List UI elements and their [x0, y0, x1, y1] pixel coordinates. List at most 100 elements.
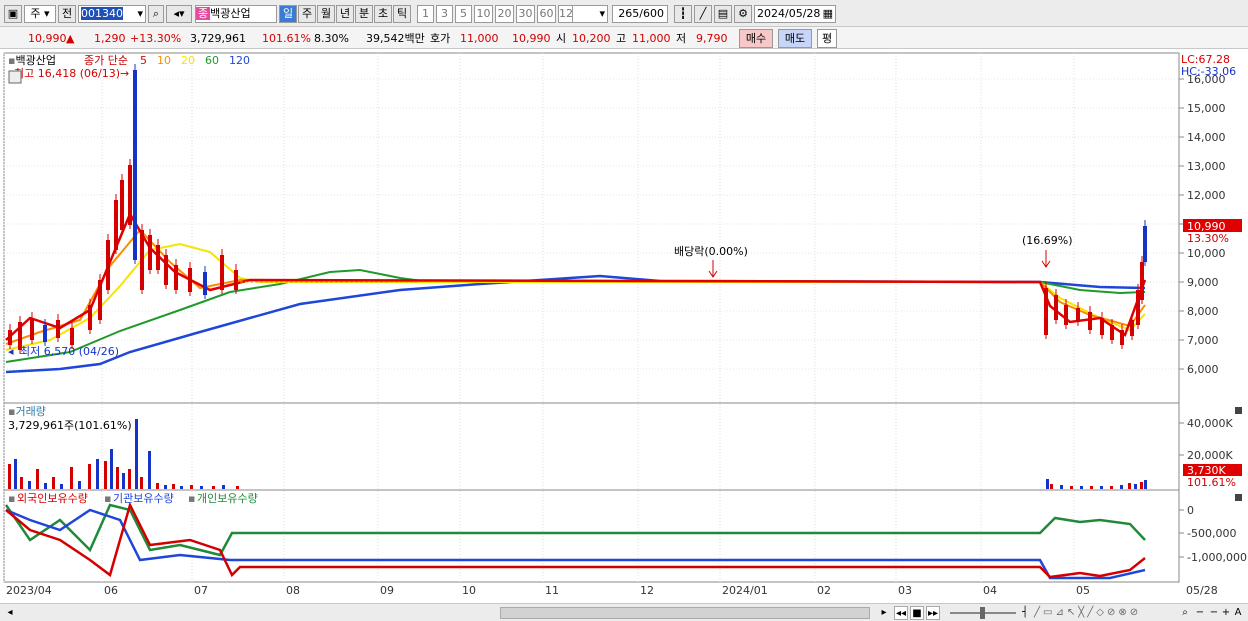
volume-bar — [88, 464, 91, 489]
ask-price: 11,000 — [460, 32, 499, 45]
save-icon[interactable]: ▤ — [714, 5, 732, 23]
x-tick-label: 03 — [898, 584, 912, 597]
date-input[interactable]: 2024/05/28 ▦ — [754, 5, 836, 23]
zoom-out-icon[interactable]: − — [1194, 606, 1206, 620]
holding-legend-marker: ▪ — [104, 492, 111, 505]
volume-bar — [135, 419, 138, 489]
fast-forward-icon[interactable]: ▸▸ — [926, 606, 940, 620]
period-tab-3[interactable]: 년 — [336, 5, 354, 23]
interval-tab-30[interactable]: 30 — [516, 5, 535, 23]
stock-code-input[interactable]: 001340 ▾ — [78, 5, 146, 23]
volume-bar — [222, 485, 225, 489]
drawing-tools-icon[interactable]: ╱▭⊿↖╳╱◇⊘⊗⊘ — [1034, 606, 1174, 620]
candle-body — [106, 240, 110, 290]
period-tab-2[interactable]: 월 — [317, 5, 335, 23]
holding-tick-label: -500,000 — [1187, 527, 1236, 540]
zoom-icon[interactable]: ⌕ — [1178, 606, 1192, 620]
candle-body — [43, 325, 47, 342]
volume-bar — [28, 481, 31, 489]
slider-end-icon[interactable]: ┤ — [1018, 606, 1032, 620]
font-size-icon[interactable]: A — [1232, 606, 1244, 620]
calendar-icon[interactable] — [8, 70, 22, 84]
speaker-icon[interactable]: ◂▾ — [166, 5, 192, 23]
volume-bar — [190, 485, 193, 489]
interval-tab-1[interactable]: 1 — [417, 5, 434, 23]
period-tab-4[interactable]: 분 — [355, 5, 373, 23]
interval-tab-60[interactable]: 60 — [537, 5, 556, 23]
stock-type-badge: 종 — [196, 7, 211, 20]
candle-body — [8, 330, 12, 345]
chevron-down-icon[interactable]: ▾ — [137, 6, 143, 22]
volume-bar — [140, 477, 143, 489]
rewind-icon[interactable]: ◂◂ — [894, 606, 908, 620]
x-tick-label: 2023/04 — [6, 584, 52, 597]
candle-body — [174, 265, 178, 290]
low-label: 저 — [676, 32, 687, 45]
sell-button[interactable]: 매도 — [778, 29, 812, 48]
interval-tab-20[interactable]: 20 — [495, 5, 514, 23]
volume-bar — [164, 485, 167, 489]
ma-legend-120: 120 — [229, 54, 250, 67]
candle-body — [140, 230, 144, 290]
stock-name: 백광산업 — [210, 7, 251, 20]
right-arrow-icon: → — [120, 67, 129, 80]
calendar-icon[interactable]: ▦ — [823, 6, 833, 22]
bottom-scrollbar[interactable]: ◂ ▸ ◂◂ ■ ▸▸ ┤ ╱▭⊿↖╳╱◇⊘⊗⊘ ⌕ − − + A — [0, 603, 1248, 621]
period-tab-1[interactable]: 주 — [298, 5, 316, 23]
volume-bar — [1110, 486, 1113, 489]
price-tick-label: 14,000 — [1187, 131, 1226, 144]
stock-name-field[interactable]: 종 백광산업 — [195, 5, 277, 23]
candle-body — [164, 255, 168, 285]
stock-chart[interactable]: 16,00015,00014,00013,00012,00011,00010,0… — [0, 52, 1248, 604]
ma-legend-5: 5 — [140, 54, 147, 67]
volume-bar — [1128, 483, 1131, 489]
legend-stock-name: ▪백광산업 — [8, 54, 56, 67]
volume-panel-close-icon[interactable] — [1235, 407, 1242, 414]
line-tool-icon[interactable]: ╱ — [694, 5, 712, 23]
zoom-slider-handle[interactable] — [980, 607, 985, 619]
gear-icon[interactable]: ⚙ — [734, 5, 752, 23]
holding-panel-close-icon[interactable] — [1235, 494, 1242, 501]
candle-body — [1140, 262, 1144, 300]
period-tab-0[interactable]: 일 — [279, 5, 297, 23]
candle-body — [220, 255, 224, 290]
ask-label: 호가 — [430, 32, 451, 45]
flat-button[interactable]: 평 — [817, 29, 837, 48]
volume-ratio: 101.61% — [262, 32, 311, 45]
split-annotation: (16.69%) — [1022, 234, 1073, 247]
main-toolbar: ▣ 주 ▾ 전 001340 ▾ ⌕ ◂▾ 종 백광산업 일주월년분초틱 1 3 5 10… — [0, 0, 1248, 27]
interval-tab-10[interactable]: 10 — [474, 5, 493, 23]
count-value: 265 — [618, 7, 640, 20]
period-tab-5[interactable]: 초 — [374, 5, 392, 23]
candle-body — [148, 235, 152, 270]
panel-icon[interactable]: ▣ — [4, 5, 22, 23]
prev-button[interactable]: 전 — [58, 5, 76, 23]
chart-frame — [3, 52, 1180, 583]
volume-bar — [236, 486, 239, 489]
interval-custom-input[interactable]: ▾ — [572, 5, 608, 23]
scroll-thumb[interactable] — [500, 607, 870, 619]
x-tick-label: 06 — [104, 584, 118, 597]
candle-icon[interactable]: ┇ — [674, 5, 692, 23]
interval-tab-5[interactable]: 5 — [455, 5, 472, 23]
volume-bar — [128, 469, 131, 489]
current-pct-tag: 13.30% — [1187, 232, 1229, 245]
scroll-right-icon[interactable]: ▸ — [878, 606, 890, 620]
plus-icon[interactable]: + — [1220, 606, 1232, 620]
search-icon[interactable]: ⌕ — [148, 5, 164, 23]
volume-bar — [78, 481, 81, 489]
x-tick-label: 12 — [640, 584, 654, 597]
count-input[interactable]: 265/600 — [612, 5, 668, 23]
candle-body — [156, 245, 160, 270]
open-label: 시 — [556, 32, 567, 45]
current-price: 10,990 — [28, 32, 67, 45]
buy-button[interactable]: 매수 — [739, 29, 773, 48]
x-tick-label: 09 — [380, 584, 394, 597]
scroll-left-icon[interactable]: ◂ — [4, 606, 16, 620]
period-tab-6[interactable]: 틱 — [393, 5, 411, 23]
interval-tab-3[interactable]: 3 — [436, 5, 453, 23]
minus-icon[interactable]: − — [1208, 606, 1220, 620]
stop-icon[interactable]: ■ — [910, 606, 924, 620]
period-select[interactable]: 주 ▾ — [24, 5, 56, 23]
open-price: 10,200 — [572, 32, 611, 45]
